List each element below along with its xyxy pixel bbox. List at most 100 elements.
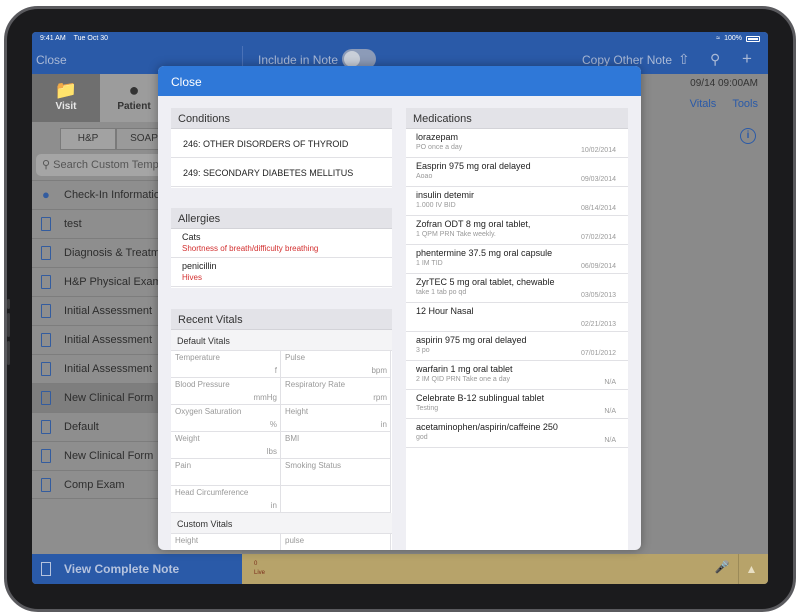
live-indicator: 0 Live: [254, 560, 265, 578]
share-icon[interactable]: ⇧: [678, 51, 690, 68]
vital-cell[interactable]: Height: [171, 534, 281, 550]
location-pin-icon: ●: [42, 187, 50, 202]
copy-other-note-button[interactable]: Copy Other Note: [582, 53, 672, 67]
condition-row[interactable]: 249: SECONDARY DIABETES MELLITUS: [171, 158, 392, 187]
vital-label: Head Circumference: [175, 488, 249, 497]
volume-up-button: [7, 313, 10, 337]
battery-icon: [746, 35, 760, 42]
status-time: 9:41 AM: [40, 35, 66, 42]
volume-down-button: [7, 341, 10, 365]
medication-row[interactable]: Celebrate B-12 sublingual tablet Testing N…: [406, 390, 628, 419]
patient-tile-label: Patient: [117, 101, 151, 112]
medication-date: 08/14/2014: [580, 205, 616, 212]
vital-cell[interactable]: Oxygen Saturation%: [171, 405, 281, 432]
vital-label: pulse: [285, 536, 305, 545]
allergies-title: Allergies: [171, 208, 392, 229]
medications-title: Medications: [406, 108, 628, 129]
info-icon[interactable]: i: [740, 128, 756, 144]
document-icon: [41, 449, 51, 463]
medication-name: Easprin 975 mg oral delayed: [416, 161, 531, 171]
medication-name: insulin detemir: [416, 190, 475, 200]
vital-label: Blood Pressure: [175, 380, 230, 389]
medication-row[interactable]: lorazepam PO once a day 10/02/2014: [406, 129, 628, 158]
vital-cell[interactable]: Temperature f: [171, 351, 281, 378]
vital-unit: f: [274, 366, 277, 375]
document-icon: [41, 333, 51, 347]
medication-row[interactable]: Zofran ODT 8 mg oral tablet, 1 QPM PRN Ta…: [406, 216, 628, 245]
segment-hp[interactable]: H&P: [60, 128, 116, 150]
medication-row[interactable]: insulin detemir 1.000 IV BID 08/14/2014: [406, 187, 628, 216]
recent-vitals-title: Recent Vitals: [171, 309, 392, 330]
list-item-label: New Clinical Form: [64, 450, 154, 462]
list-item-label: Default: [64, 421, 99, 433]
visit-tile[interactable]: 📁 Visit: [32, 74, 100, 122]
document-icon: [41, 420, 51, 434]
medication-sig: Testing: [416, 405, 439, 412]
dictation-bar: 0 Live 🎤 ▲: [242, 554, 768, 584]
encounter-datetime: 09/14 09:00AM: [690, 78, 758, 89]
folder-icon: 📁: [54, 80, 78, 100]
medication-name: acetaminophen/aspirin/caffeine 250: [416, 422, 558, 432]
vital-unit: in: [380, 420, 387, 429]
document-icon: [41, 362, 51, 376]
medication-row[interactable]: ZyrTEC 5 mg oral tablet, chewable take 1 …: [406, 274, 628, 303]
vital-cell[interactable]: Smoking Status: [281, 459, 391, 486]
add-icon[interactable]: +: [742, 49, 752, 69]
vital-label: Oxygen Saturation: [175, 407, 242, 416]
view-complete-note-button[interactable]: View Complete Note: [32, 554, 242, 584]
allergies-panel: Allergies Cats Shortness of breath/diffi…: [171, 208, 392, 288]
document-icon: [41, 478, 51, 492]
modal-header: Close: [158, 66, 641, 96]
view-complete-note-label: View Complete Note: [64, 562, 180, 576]
medication-name: Celebrate B-12 sublingual tablet: [416, 393, 545, 403]
vital-label: BMI: [285, 434, 300, 443]
vital-cell[interactable]: Respiratory Rate rpm: [281, 378, 391, 405]
vital-label: Pulse: [285, 353, 306, 362]
nav-close-button[interactable]: Close: [36, 53, 67, 67]
tools-link[interactable]: Tools: [732, 98, 758, 110]
allergy-row[interactable]: penicillin Hives: [171, 258, 392, 287]
custom-vitals-header: Custom Vitals: [171, 513, 392, 534]
include-in-note-label: Include in Note: [258, 53, 339, 67]
expand-up-icon[interactable]: ▲: [738, 554, 764, 584]
medication-date: 02/21/2013: [580, 321, 616, 328]
list-item-label: Comp Exam: [64, 479, 125, 491]
vital-cell[interactable]: Head Circumference in: [171, 486, 281, 513]
vital-unit: rpm: [373, 393, 387, 402]
list-item-label: Check-In Information: [64, 189, 167, 201]
custom-vitals-grid: Height pulse: [171, 534, 392, 550]
document-icon: [41, 562, 51, 576]
allergy-name: Cats: [182, 232, 201, 242]
vital-label: Temperature: [175, 353, 220, 362]
modal-close-button[interactable]: Close: [171, 75, 202, 89]
list-item-label: Initial Assessment: [64, 363, 153, 375]
allergy-row[interactable]: Cats Shortness of breath/difficulty brea…: [171, 229, 392, 258]
allergy-reaction: Shortness of breath/difficulty breathing: [182, 244, 319, 253]
medication-name: 12 Hour Nasal: [416, 306, 474, 316]
medication-date: 03/05/2013: [580, 292, 616, 299]
medication-row[interactable]: Easprin 975 mg oral delayed Aoao 09/03/201…: [406, 158, 628, 187]
vital-cell[interactable]: pulse: [281, 534, 391, 550]
vitals-link[interactable]: Vitals: [690, 98, 717, 110]
vital-cell[interactable]: BMI: [281, 432, 391, 459]
search-icon[interactable]: ⚲: [710, 51, 720, 68]
vital-cell[interactable]: Weight lbs: [171, 432, 281, 459]
vital-unit: mmHg: [253, 393, 277, 402]
vital-cell[interactable]: Blood Pressure mmHg: [171, 378, 281, 405]
vital-cell[interactable]: Height in: [281, 405, 391, 432]
medication-row[interactable]: 12 Hour Nasal 02/21/2013: [406, 303, 628, 332]
medication-row[interactable]: acetaminophen/aspirin/caffeine 250 god N/A: [406, 419, 628, 448]
conditions-title: Conditions: [171, 108, 392, 129]
medication-row[interactable]: warfarin 1 mg oral tablet 2 IM QID PRN Ta…: [406, 361, 628, 390]
medication-row[interactable]: aspirin 975 mg oral delayed 3 po 07/01/201…: [406, 332, 628, 361]
vital-cell[interactable]: Pulse bpm: [281, 351, 391, 378]
vital-cell[interactable]: Pain: [171, 459, 281, 486]
condition-row[interactable]: 246: OTHER DISORDERS OF THYROID: [171, 129, 392, 158]
medication-name: ZyrTEC 5 mg oral tablet, chewable: [416, 277, 555, 287]
live-label: Live: [254, 570, 266, 576]
microphone-icon[interactable]: 🎤: [710, 560, 734, 578]
document-icon: [41, 246, 51, 260]
live-count: 0: [254, 561, 258, 567]
medication-date: 10/02/2014: [580, 147, 616, 154]
medication-row[interactable]: phentermine 37.5 mg oral capsule 1 IM TID…: [406, 245, 628, 274]
